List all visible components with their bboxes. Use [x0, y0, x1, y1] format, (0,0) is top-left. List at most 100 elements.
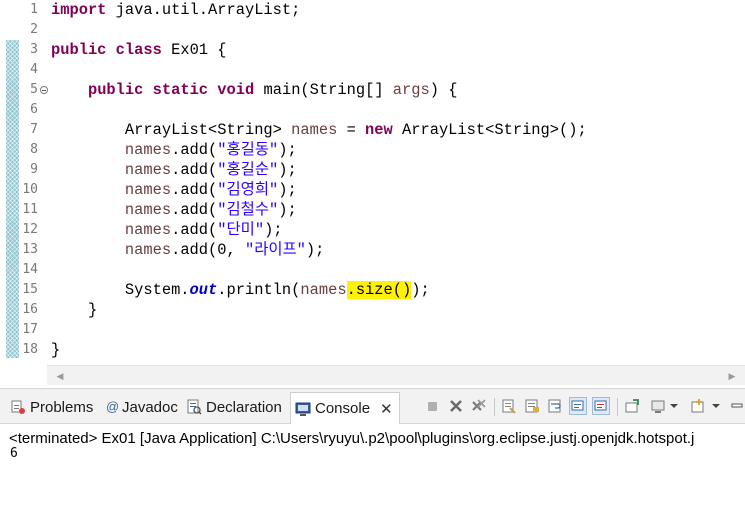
code-token: java.util.ArrayList; — [106, 1, 301, 19]
code-token: "홍길동" — [217, 141, 279, 159]
code-line[interactable]: 12 names.add("단미"); — [0, 220, 745, 240]
fold-toggle-icon[interactable] — [40, 86, 48, 94]
code-token: main(String[] — [254, 81, 393, 99]
code-token: } — [51, 341, 61, 359]
code-token: } — [51, 301, 98, 319]
tab-console[interactable]: Console ✕ — [290, 392, 400, 424]
console-icon — [295, 401, 311, 417]
code-line[interactable]: 10 names.add("김영희"); — [0, 180, 745, 200]
problems-icon — [10, 399, 26, 415]
code-token: Ex01 { — [161, 41, 227, 59]
chevron-down-icon[interactable] — [669, 398, 679, 414]
open-console-icon[interactable] — [690, 398, 706, 414]
remove-launch-icon[interactable] — [448, 398, 464, 414]
code-line[interactable]: 2 — [0, 20, 745, 40]
code-token: public — [87, 81, 144, 99]
show-on-error-icon[interactable] — [592, 397, 610, 415]
code-text: import java.util.ArrayList; — [51, 0, 300, 20]
line-number: 8 — [30, 142, 38, 157]
line-number: 14 — [22, 262, 38, 277]
scroll-left-icon[interactable]: ◀ — [51, 366, 69, 386]
code-token: ); — [305, 241, 325, 259]
code-line[interactable]: 6 — [0, 100, 745, 120]
code-token: names — [291, 121, 338, 139]
code-token: = — [337, 121, 366, 139]
line-number: 17 — [22, 322, 38, 337]
chevron-down-icon[interactable] — [711, 398, 721, 414]
code-line[interactable]: 15 System.out.println(names.size()); — [0, 280, 745, 300]
code-editor[interactable]: 1 import java.util.ArrayList; 2 3 public cla… — [0, 0, 745, 362]
clear-console-icon[interactable] — [501, 398, 517, 414]
code-token: ); — [278, 141, 297, 159]
line-number: 3 — [30, 42, 38, 57]
code-token: .add( — [171, 161, 218, 179]
code-text: ArrayList<String> names = new ArrayList<… — [51, 120, 587, 140]
code-line[interactable]: 16 } — [0, 300, 745, 320]
code-line[interactable]: 4 — [0, 60, 745, 80]
terminate-icon[interactable] — [425, 398, 441, 414]
code-line[interactable]: 14 — [0, 260, 745, 280]
tab-declaration[interactable]: Declaration — [186, 395, 282, 419]
line-number: 13 — [22, 242, 38, 257]
code-token: out — [189, 281, 218, 299]
code-token: .add( — [171, 221, 218, 239]
code-line[interactable]: 7 ArrayList<String> names = new ArrayLis… — [0, 120, 745, 140]
code-line[interactable]: 11 names.add("김철수"); — [0, 200, 745, 220]
code-line[interactable]: 3 public class Ex01 { — [0, 40, 745, 60]
code-token: ); — [278, 201, 297, 219]
code-token: names — [124, 221, 172, 239]
code-token: class — [115, 41, 162, 59]
code-line[interactable]: 1 import java.util.ArrayList; — [0, 0, 745, 20]
display-console-icon[interactable] — [650, 398, 666, 414]
tab-problems-label: Problems — [30, 398, 94, 416]
code-line[interactable]: 8 names.add("홍길동"); — [0, 140, 745, 160]
code-token: .add( — [171, 201, 218, 219]
code-token: void — [217, 81, 255, 99]
code-token: "단미" — [217, 221, 265, 239]
scroll-lock-icon[interactable] — [524, 398, 540, 414]
code-text: names.add("김영희"); — [51, 180, 297, 200]
code-line[interactable]: 5 public static void main(String[] args)… — [0, 80, 745, 100]
close-icon[interactable]: ✕ — [380, 400, 393, 418]
code-token: ); — [278, 181, 297, 199]
code-token: static — [152, 81, 209, 99]
word-wrap-icon[interactable] — [547, 398, 563, 414]
code-text: names.add("홍길순"); — [51, 160, 297, 180]
tab-javadoc[interactable]: @ Javadoc — [106, 395, 178, 419]
code-line[interactable]: 17 — [0, 320, 745, 340]
code-text: } — [51, 340, 60, 360]
scroll-right-icon[interactable]: ▶ — [723, 366, 741, 386]
toolbar-separator — [494, 398, 495, 416]
code-token: "라이프" — [244, 241, 306, 259]
tab-problems[interactable]: Problems — [10, 395, 93, 419]
code-text: public static void main(String[] args) { — [51, 80, 458, 100]
remove-all-terminated-icon[interactable] — [471, 398, 487, 414]
code-line[interactable]: 9 names.add("홍길순"); — [0, 160, 745, 180]
toolbar-separator — [617, 398, 618, 416]
code-line[interactable]: 18} — [0, 340, 745, 360]
line-number: 7 — [30, 122, 38, 137]
line-number: 12 — [22, 222, 38, 237]
tab-declaration-label: Declaration — [206, 398, 282, 416]
code-line[interactable]: 13 names.add(0, "라이프"); — [0, 240, 745, 260]
code-token: .size() — [346, 281, 412, 299]
code-token: ); — [278, 161, 297, 179]
code-token: ) { — [429, 81, 458, 99]
pin-console-icon[interactable] — [624, 398, 640, 414]
line-number: 1 — [30, 2, 38, 17]
code-token: names — [124, 141, 172, 159]
code-token: names — [124, 181, 172, 199]
horizontal-scrollbar[interactable]: ◀ ▶ — [47, 365, 745, 385]
minimize-icon[interactable] — [731, 398, 743, 414]
code-token: "김철수" — [217, 201, 279, 219]
code-token: public — [51, 41, 107, 59]
show-on-output-icon[interactable] — [569, 397, 587, 415]
console-output[interactable]: 6 — [10, 446, 18, 462]
